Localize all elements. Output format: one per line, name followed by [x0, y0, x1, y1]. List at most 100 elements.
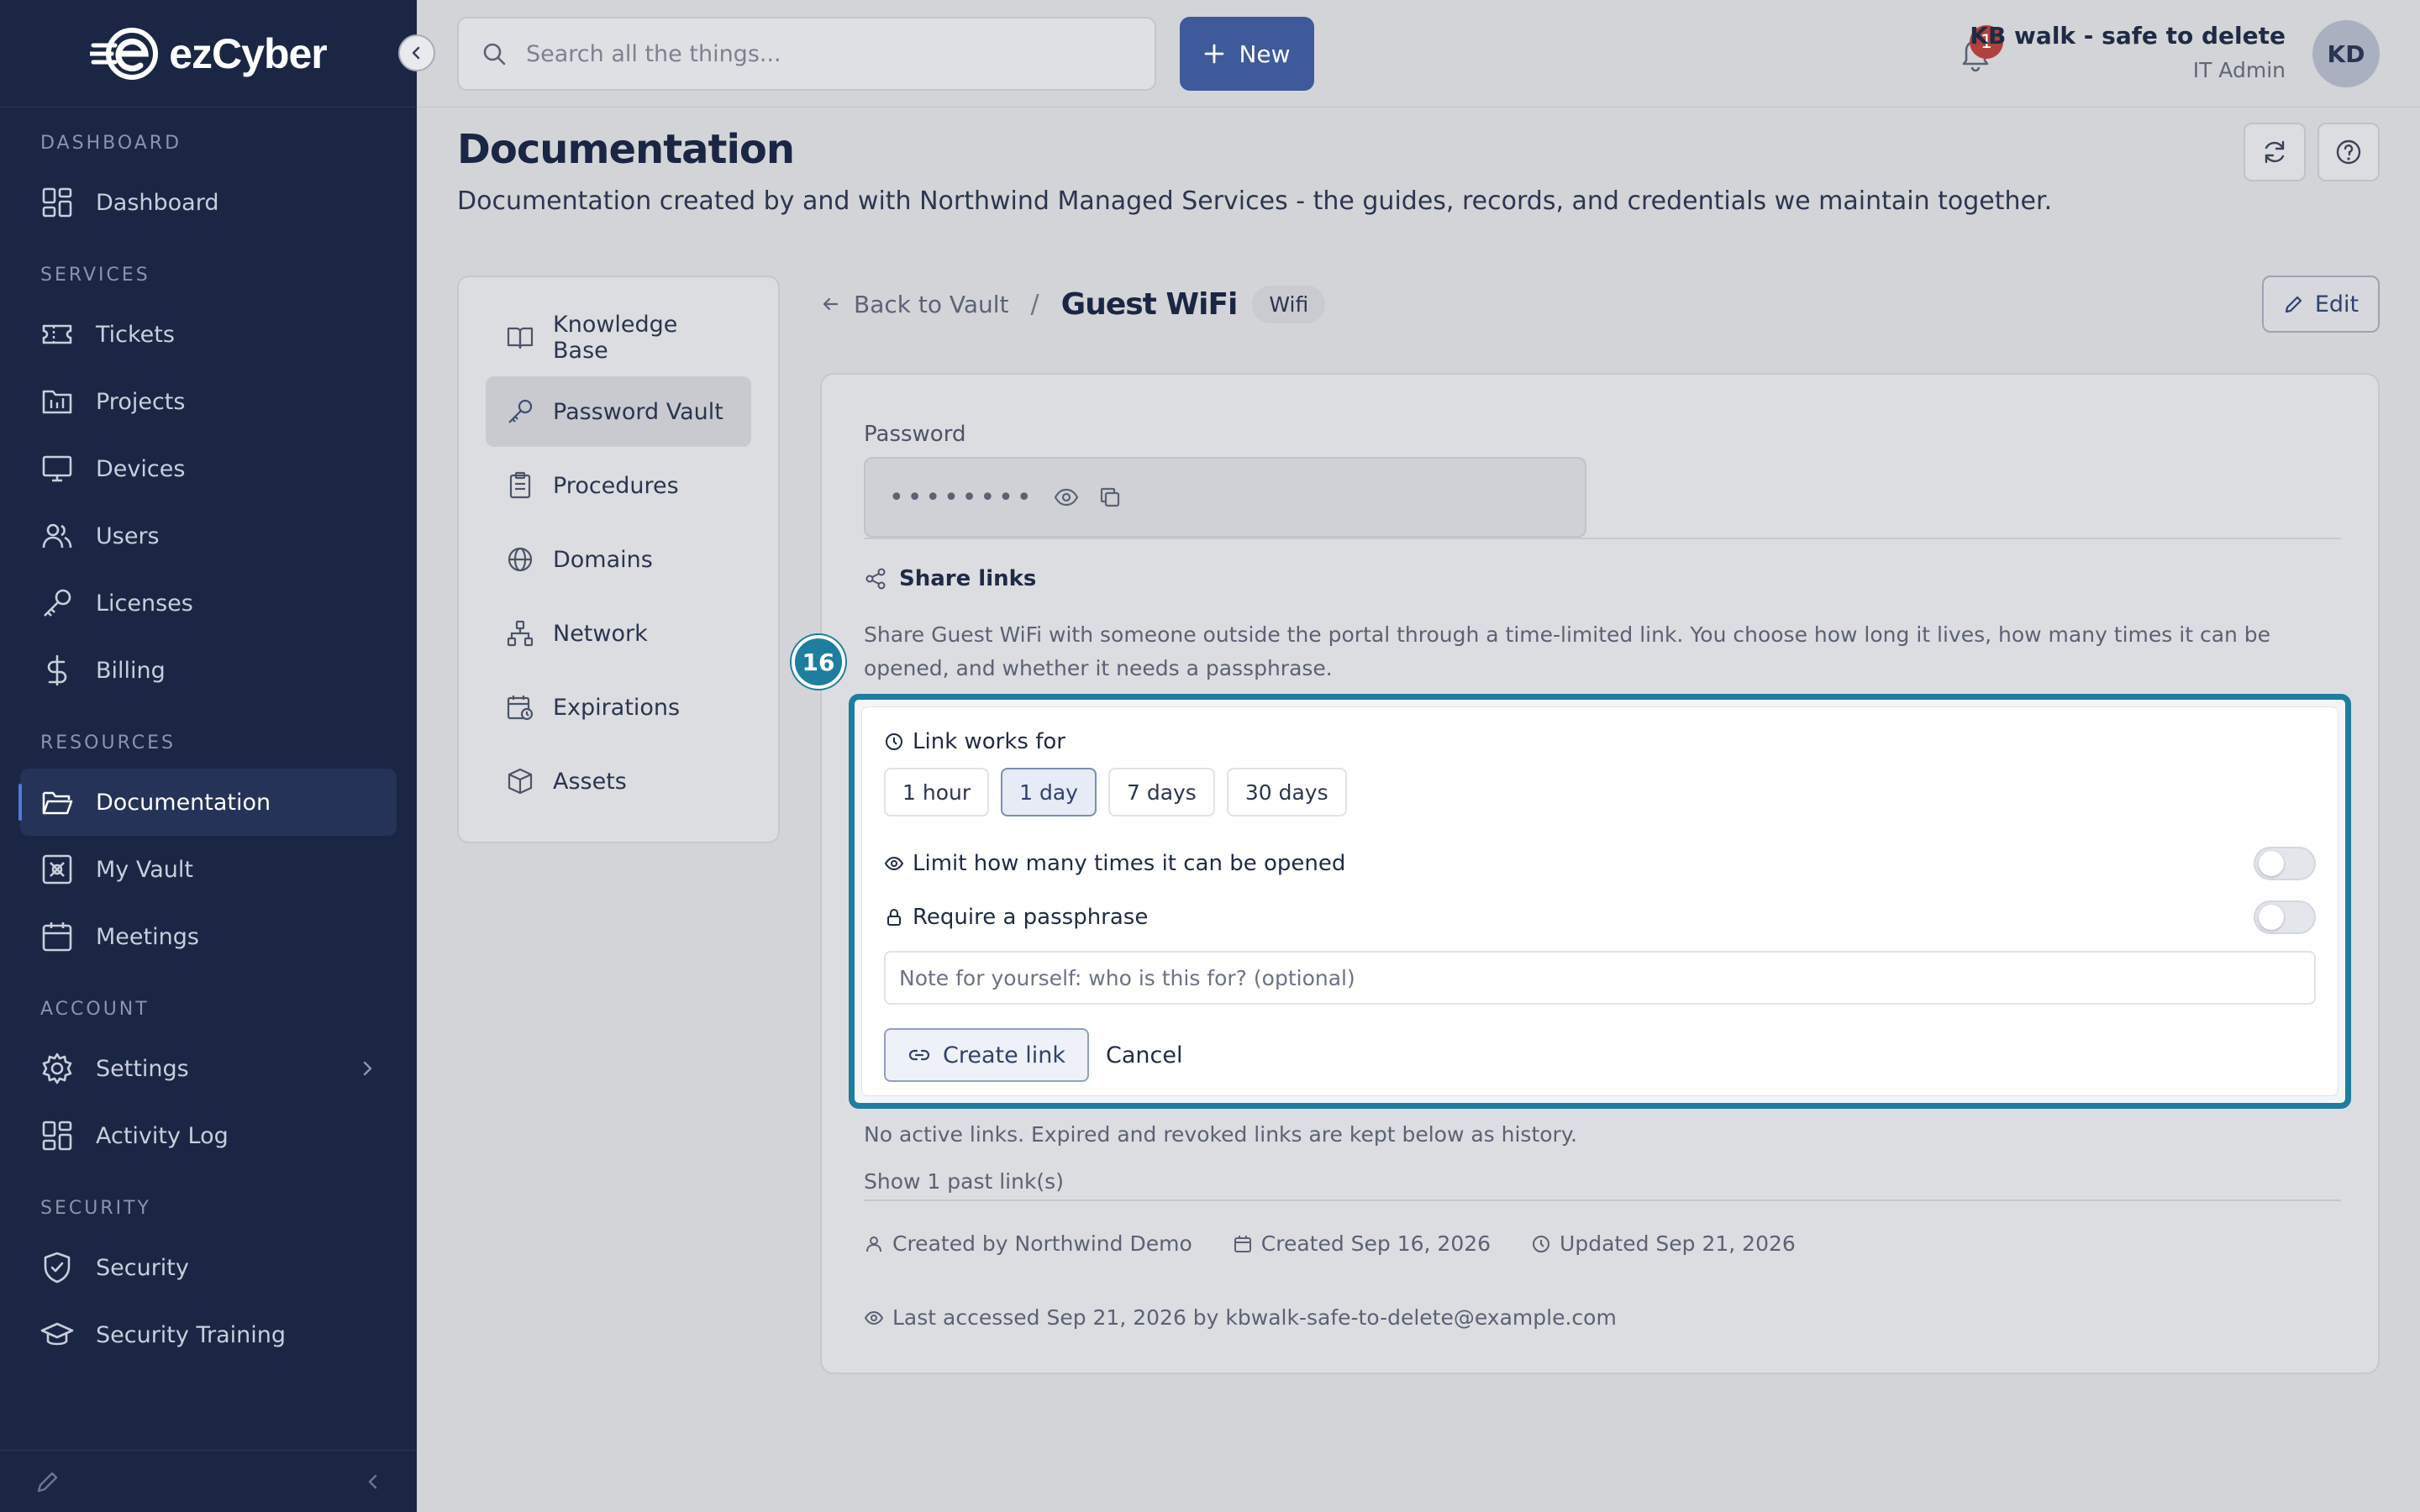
password-field: ••••••••	[864, 457, 1586, 538]
back-to-vault-link[interactable]: Back to Vault	[820, 291, 1009, 318]
chevron-left-icon[interactable]	[363, 1472, 383, 1492]
docs-item-label: Password Vault	[553, 398, 723, 425]
limit-opens-toggle[interactable]	[2254, 847, 2316, 880]
sidebar-item-label: Documentation	[96, 789, 271, 816]
sidebar-item-label: Meetings	[96, 923, 199, 950]
docs-item-procedures[interactable]: Procedures	[486, 450, 751, 521]
clipboard-icon	[509, 471, 531, 499]
topbar: New 1 KB walk - safe to delete IT Admin …	[417, 0, 2420, 108]
record-meta: Created by Northwind Demo Created Sep 16…	[864, 1231, 1796, 1256]
passphrase-label: Require a passphrase	[884, 905, 1148, 930]
new-button[interactable]: New	[1180, 17, 1314, 91]
limit-opens-text: Limit how many times it can be opened	[913, 851, 1346, 876]
folder-icon	[42, 791, 73, 815]
passphrase-row: Require a passphrase	[884, 899, 2316, 936]
breadcrumb-separator: /	[1030, 289, 1039, 319]
refresh-icon	[2265, 140, 2285, 164]
graduation-icon	[40, 1322, 74, 1346]
sidebar-item-licenses[interactable]: Licenses	[20, 570, 397, 637]
no-active-links-text: No active links. Expired and revoked lin…	[864, 1122, 1577, 1147]
plus-icon	[1205, 44, 1224, 64]
docs-item-label: Expirations	[553, 694, 681, 721]
docs-item-assets[interactable]: Assets	[486, 746, 751, 816]
user-info[interactable]: KB walk - safe to delete IT Admin	[1970, 22, 2286, 82]
pencil-icon	[2285, 296, 2302, 313]
calendar-clock-icon	[507, 696, 534, 721]
copy-icon[interactable]	[1097, 485, 1123, 510]
sidebar-item-label: Tickets	[96, 321, 175, 348]
note-input[interactable]	[884, 951, 2316, 1005]
clock-icon	[1533, 1235, 1550, 1252]
gear-icon	[42, 1053, 72, 1084]
docs-item-expirations[interactable]: Expirations	[486, 672, 751, 743]
sidebar-nav: DASHBOARD Dashboard SERVICES Tickets Pro…	[0, 108, 417, 1368]
book-icon	[507, 327, 534, 349]
docs-item-label: Procedures	[553, 472, 679, 499]
docs-item-network[interactable]: Network	[486, 598, 751, 669]
last-accessed: Last accessed Sep 21, 2026 by kbwalk-saf…	[864, 1305, 1617, 1330]
nav-section-title: ACCOUNT	[40, 999, 150, 1020]
sidebar-item-label: Licenses	[96, 590, 193, 617]
arrow-left-icon	[823, 297, 839, 311]
docs-item-label: Assets	[553, 768, 627, 795]
sidebar-item-security-training[interactable]: Security Training	[20, 1301, 397, 1368]
brand-logo[interactable]: ezCyber	[90, 24, 328, 84]
nav-section-title: SERVICES	[40, 265, 150, 286]
docs-item-domains[interactable]: Domains	[486, 524, 751, 595]
passphrase-toggle[interactable]	[2254, 900, 2316, 934]
sidebar-item-documentation[interactable]: Documentation	[18, 769, 397, 836]
sidebar-item-dashboard[interactable]: Dashboard	[20, 169, 397, 236]
created-date: Created Sep 16, 2026	[1233, 1231, 1491, 1256]
avatar[interactable]: KD	[2312, 20, 2380, 87]
share-icon	[865, 568, 886, 590]
sidebar-item-projects[interactable]: Projects	[20, 368, 397, 435]
refresh-button[interactable]	[2244, 123, 2306, 181]
duration-7-days[interactable]: 7 days	[1107, 768, 1215, 816]
docs-item-label: Domains	[553, 546, 653, 573]
back-to-vault-label: Back to Vault	[854, 290, 1009, 318]
duration-options: 1 hour 1 day 7 days 30 days	[884, 768, 1347, 816]
sidebar-item-activity-log[interactable]: Activity Log	[20, 1102, 397, 1169]
record-type-tag: Wifi	[1252, 285, 1326, 323]
sidebar-item-label: Dashboard	[96, 189, 219, 216]
sidebar-item-label: Projects	[96, 388, 186, 415]
link-duration-label: Link works for	[884, 729, 1065, 754]
nav-section-title: SECURITY	[40, 1198, 151, 1219]
docs-item-knowledge-base[interactable]: Knowledge Base	[486, 302, 751, 373]
pencil-icon[interactable]	[34, 1467, 62, 1496]
sidebar-item-tickets[interactable]: Tickets	[20, 301, 397, 368]
logo-row: ezCyber	[0, 0, 435, 108]
global-search[interactable]	[457, 17, 1156, 91]
show-past-links-link[interactable]: Show 1 past link(s)	[864, 1169, 1064, 1194]
divider	[864, 1200, 2341, 1201]
sidebar-item-my-vault[interactable]: My Vault	[20, 836, 397, 903]
nav-section-title: RESOURCES	[40, 732, 176, 753]
sidebar-item-users[interactable]: Users	[20, 502, 397, 570]
limit-opens-label: Limit how many times it can be opened	[884, 851, 1345, 876]
create-link-button[interactable]: Create link	[884, 1028, 1090, 1082]
search-input[interactable]	[526, 40, 1114, 67]
created-by: Created by Northwind Demo	[864, 1231, 1192, 1256]
sidebar-item-settings[interactable]: Settings	[20, 1035, 397, 1102]
duration-30-days[interactable]: 30 days	[1226, 768, 1347, 816]
sidebar: ezCyber DASHBOARD Dashboard SERVICES Tic…	[0, 0, 435, 1512]
breadcrumb: Back to Vault / Guest WiFi Wifi	[820, 281, 1326, 328]
created-date-text: Created Sep 16, 2026	[1260, 1231, 1491, 1256]
sidebar-item-devices[interactable]: Devices	[20, 435, 397, 502]
cancel-button[interactable]: Cancel	[1106, 1028, 1182, 1082]
edit-button[interactable]: Edit	[2262, 276, 2380, 333]
help-button[interactable]	[2317, 123, 2380, 181]
sidebar-item-meetings[interactable]: Meetings	[20, 903, 397, 970]
docs-item-password-vault[interactable]: Password Vault	[486, 376, 751, 447]
lock-icon	[887, 909, 901, 926]
sidebar-item-security[interactable]: Security	[20, 1234, 397, 1301]
eye-icon[interactable]	[1054, 485, 1079, 510]
sidebar-item-label: Security Training	[96, 1321, 286, 1348]
sidebar-item-billing[interactable]: Billing	[20, 637, 397, 704]
new-button-label: New	[1239, 39, 1291, 68]
duration-1-day[interactable]: 1 day	[1001, 768, 1097, 816]
duration-1-hour[interactable]: 1 hour	[884, 768, 990, 816]
step-badge: 16	[792, 635, 845, 689]
sidebar-item-label: Devices	[96, 455, 186, 482]
updated-date-text: Updated Sep 21, 2026	[1560, 1231, 1796, 1256]
